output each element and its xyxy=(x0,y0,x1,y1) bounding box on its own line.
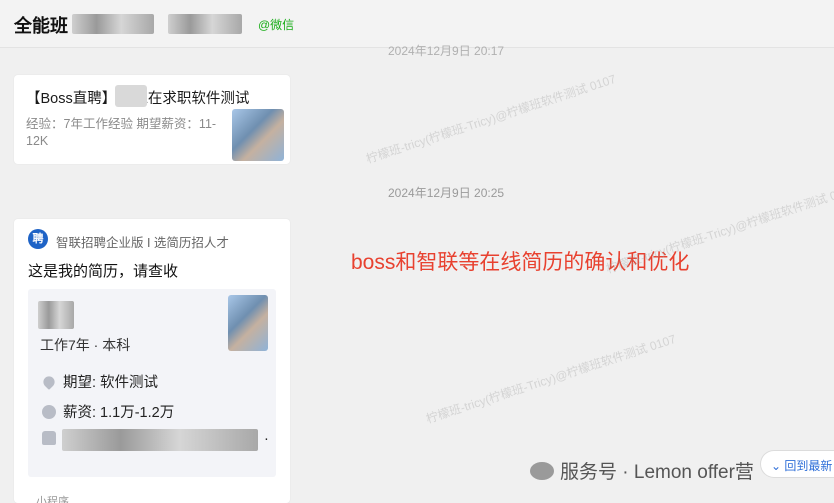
redacted-contact xyxy=(62,429,258,451)
resume-salary: 薪资: 1.1万-1.2万 xyxy=(63,405,175,421)
resume-preview[interactable]: 工作7年 · 本科 期望: 软件测试 薪资: 1.1万-1.2万 · xyxy=(28,289,276,477)
heart-icon xyxy=(41,374,57,390)
resume-salary-row: 薪资: 1.1万-1.2万 xyxy=(42,401,174,422)
chevron-down-icon: ⌄ xyxy=(771,459,782,473)
resume-expectation: 期望: 软件测试 xyxy=(63,375,159,391)
resume-experience: 工作7年 · 本科 xyxy=(40,337,131,353)
message-timestamp: 2024年12月9日 20:25 xyxy=(388,186,505,200)
resume-contact-tail: · xyxy=(264,431,269,447)
back-to-latest-button[interactable]: ⌄ 回到最新 xyxy=(760,450,834,478)
coin-icon xyxy=(42,405,56,419)
footer-brand-text: 服务号 · Lemon offer营 xyxy=(560,462,754,483)
resume-message: 这是我的简历，请查收 xyxy=(28,263,179,280)
zhilian-app-icon: 聘 xyxy=(28,229,48,249)
boss-card-meta: 经验：7年工作经验 期望薪资：11-12K xyxy=(26,117,217,148)
faint-timestamp: 2024年12月9日 20:17 xyxy=(388,44,505,58)
wechat-tag: @微信 xyxy=(258,18,295,32)
redacted-name-2 xyxy=(168,14,242,34)
redacted-candidate-name xyxy=(115,85,147,107)
candidate-avatar xyxy=(232,109,284,161)
lock-icon xyxy=(42,431,56,445)
boss-card-title-prefix: 【Boss直聘】 xyxy=(26,91,117,107)
resume-contact-row: · xyxy=(42,429,269,451)
mini-program-label: 小程序 xyxy=(36,496,69,503)
candidate-photo xyxy=(228,295,268,351)
zhilian-app-name: 智联招聘企业版 I 选简历招人才 xyxy=(56,236,229,250)
watermark: 柠檬班-tricy(柠檬班-Tricy)@柠檬班软件测试 0107 xyxy=(364,71,618,167)
redacted-candidate-name xyxy=(38,301,74,329)
chat-title[interactable]: 全能班 xyxy=(14,12,68,38)
redacted-name-1 xyxy=(72,14,154,34)
zhilian-resume-card[interactable]: 聘 智联招聘企业版 I 选简历招人才 这是我的简历，请查收 工作7年 · 本科 … xyxy=(14,219,290,503)
resume-expectation-row: 期望: 软件测试 xyxy=(41,371,159,392)
boss-resume-card[interactable]: 【Boss直聘】 E在求职软件测试 经验：7年工作经验 期望薪资：11-12K xyxy=(14,75,290,164)
annotation-text: boss和智联等在线简历的确认和优化 xyxy=(351,251,690,274)
watermark: 柠檬班-tricy(柠檬班-Tricy)@柠檬班软件测试 0107 xyxy=(424,331,678,427)
back-to-latest-label: 回到最新 xyxy=(784,459,833,473)
boss-card-title-suffix: E在求职软件测试 xyxy=(138,91,250,107)
wechat-icon xyxy=(530,462,554,480)
footer-brand: 服务号 · Lemon offer营 xyxy=(530,457,754,484)
chat-header: 全能班 @微信 xyxy=(0,0,834,48)
